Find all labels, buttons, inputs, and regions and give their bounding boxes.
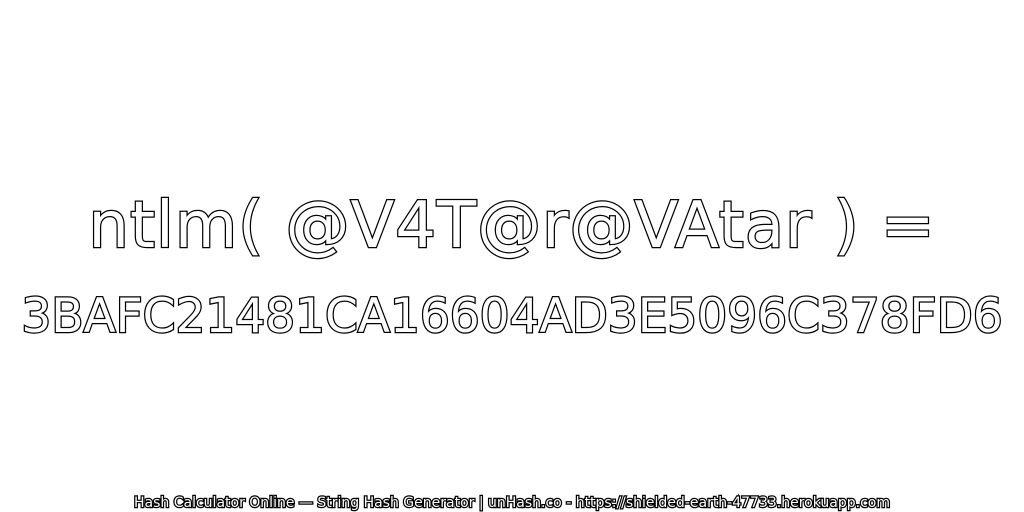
hash-result-value: 3BAFC21481CA16604AD3E5096C378FD6 xyxy=(20,288,1004,346)
footer-credit: Hash Calculator Online — String Hash Gen… xyxy=(133,494,891,512)
hash-function-expression: ntlm( @V4T@r@VAtar ) = xyxy=(87,188,936,265)
hash-image-canvas: ntlm( @V4T@r@VAtar ) = 3BAFC21481CA16604… xyxy=(0,0,1024,512)
